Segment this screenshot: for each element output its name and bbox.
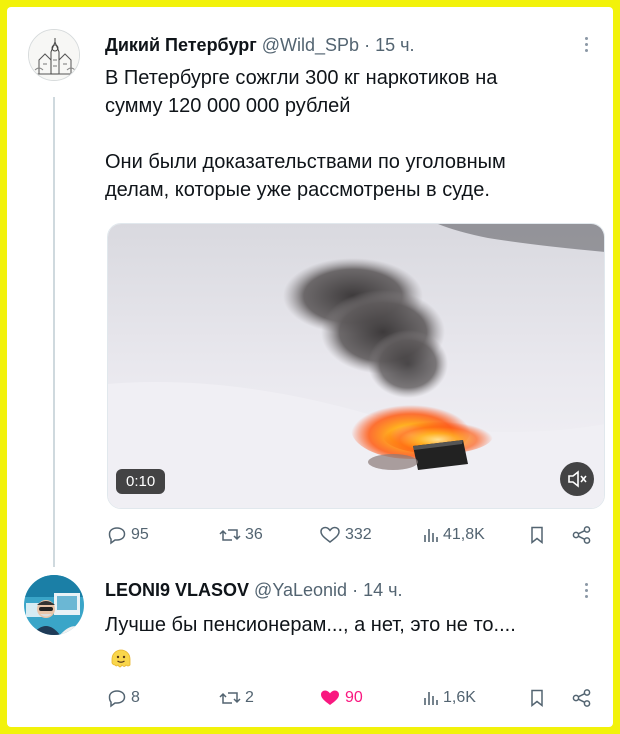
share-button[interactable] (571, 525, 593, 545)
like-button[interactable]: 332 (319, 525, 372, 545)
reply-header-separator: · (352, 580, 359, 600)
reply-views-button[interactable]: 1,6K (423, 688, 476, 708)
repost-button[interactable]: 36 (219, 525, 263, 545)
reply-like-count: 90 (345, 689, 363, 706)
tweet-text-line: В Петербурге сожгли 300 кг наркотиков на (105, 67, 498, 89)
avatar-wild-spb[interactable] (28, 29, 80, 81)
tweet-time[interactable]: 15 ч. (375, 35, 414, 55)
reply-like-button[interactable]: 90 (319, 688, 363, 708)
heart-icon (320, 526, 340, 543)
mute-icon[interactable] (560, 462, 594, 496)
like-count: 332 (345, 526, 372, 543)
video-player[interactable]: 0:10 (107, 223, 605, 509)
bookmark-icon (531, 526, 543, 545)
more-options-icon[interactable] (583, 37, 589, 57)
tweet-text-line: делам, которые уже рассмотрены в суде. (105, 179, 490, 201)
video-frame-burning-barrel (108, 224, 604, 508)
reply-author-name[interactable]: LEONI9 VLASOV (105, 580, 249, 600)
tweet-header: Дикий Петербург @Wild_SPb · 15 ч. (105, 35, 414, 56)
tweet-actions: 95 36 332 41,8K (105, 525, 605, 551)
heart-filled-icon (321, 690, 339, 705)
reply-button[interactable]: 95 (107, 525, 149, 545)
reply-header: LEONI9 VLASOV @YaLeonid · 14 ч. (105, 580, 403, 601)
reply-reply-count: 8 (131, 689, 140, 706)
reply-text: Лучше бы пенсионерам..., а нет, это не т… (105, 614, 516, 636)
bookmark-button[interactable] (529, 525, 545, 545)
reply-share-button[interactable] (571, 688, 593, 708)
repost-icon (219, 692, 241, 704)
video-duration: 0:10 (116, 469, 166, 494)
reply-actions: 8 2 90 1,6K (105, 688, 605, 714)
share-icon (572, 526, 591, 544)
tweet-text-line: Они были доказательствами по уголовным (105, 151, 506, 173)
repost-count: 36 (245, 526, 263, 543)
views-count: 41,8K (443, 526, 485, 543)
man-photo-image (24, 575, 84, 635)
author-name[interactable]: Дикий Петербург (105, 35, 257, 55)
thread-line (53, 97, 55, 567)
bookmark-icon (531, 689, 543, 708)
reply-icon (108, 690, 126, 708)
reply-reply-button[interactable]: 8 (107, 688, 140, 708)
reply-icon (108, 527, 126, 545)
reply-author-handle[interactable]: @YaLeonid (254, 580, 347, 600)
share-icon (572, 689, 591, 707)
cathedral-sketch-image (29, 30, 79, 80)
melting-face-emoji-icon (111, 649, 131, 668)
reply-count: 95 (131, 526, 149, 543)
header-separator: · (364, 35, 371, 55)
author-handle[interactable]: @Wild_SPb (262, 35, 359, 55)
screenshot-frame: Дикий Петербург @Wild_SPb · 15 ч. В Пете… (7, 7, 613, 727)
reply-views-count: 1,6K (443, 689, 476, 706)
views-button[interactable]: 41,8K (423, 525, 485, 545)
avatar-leonid[interactable] (24, 575, 84, 635)
reply-bookmark-button[interactable] (529, 688, 545, 708)
tweet-text: В Петербурге сожгли 300 кг наркотиков на… (105, 64, 605, 204)
views-icon (424, 692, 438, 705)
reply-repost-button[interactable]: 2 (219, 688, 254, 708)
reply-more-options-icon[interactable] (583, 583, 589, 603)
views-icon (424, 529, 438, 542)
repost-icon (219, 529, 241, 541)
reply-time[interactable]: 14 ч. (363, 580, 402, 600)
reply-repost-count: 2 (245, 689, 254, 706)
tweet-text-line: сумму 120 000 000 рублей (105, 95, 351, 117)
